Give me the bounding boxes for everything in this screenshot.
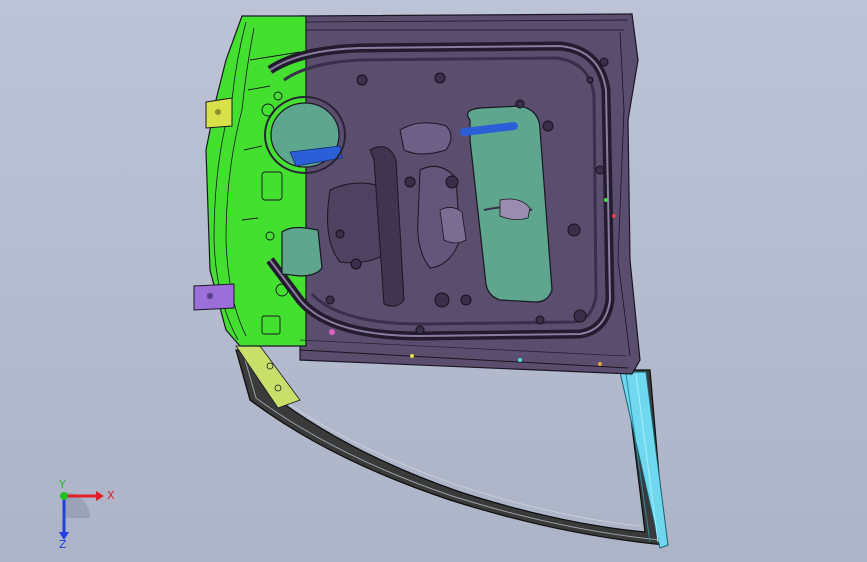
window-frame-outer: [235, 349, 666, 546]
speaker-cutout: [264, 96, 346, 174]
upper-hinge-bracket[interactable]: [205, 97, 233, 129]
window-frame-inner-lip: [243, 355, 661, 541]
door-model[interactable]: [0, 0, 867, 562]
cad-3d-viewport[interactable]: X Y Z: [0, 0, 867, 562]
inner-panel[interactable]: [205, 13, 641, 375]
window-frame[interactable]: [235, 345, 669, 549]
z-axis-label: Z: [59, 538, 67, 548]
orientation-triad[interactable]: X Y Z: [40, 478, 120, 551]
y-axis-label: Y: [58, 478, 66, 491]
lower-hinge-bracket[interactable]: [193, 283, 235, 311]
x-axis-label: X: [107, 489, 115, 502]
y-axis-dot: [60, 492, 68, 500]
lower-front-cutout: [281, 226, 323, 277]
